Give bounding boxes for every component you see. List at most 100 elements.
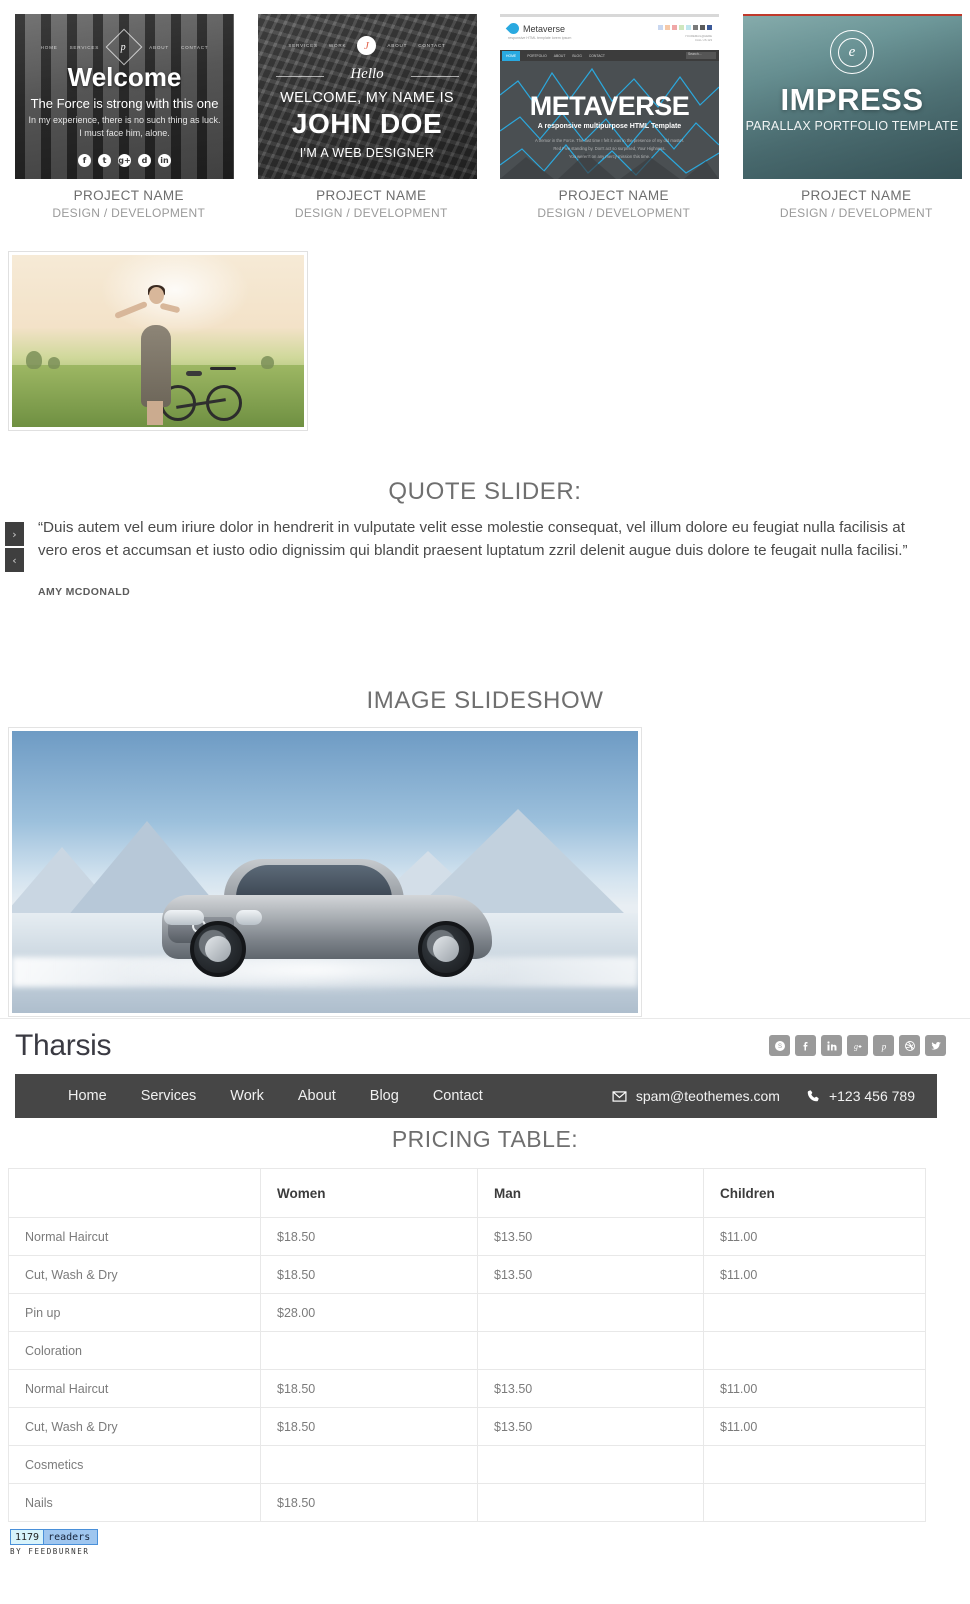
cell-children: $11.00 bbox=[703, 1369, 926, 1408]
cell-man bbox=[477, 1293, 704, 1332]
table-row: Nails $18.50 bbox=[8, 1483, 926, 1522]
linkedin-icon[interactable] bbox=[821, 1035, 842, 1056]
social-dot-icon bbox=[679, 25, 684, 30]
head bbox=[149, 287, 164, 304]
thumb-nav: SERVICES WORK J ABOUT CONTACT bbox=[258, 36, 477, 55]
cell-man bbox=[477, 1445, 704, 1484]
quote-slider-controls: › ‹ bbox=[5, 522, 24, 572]
googleplus-icon: g+ bbox=[118, 154, 131, 167]
portfolio-thumbnail-impress[interactable]: e IMPRESS PARALLAX PORTFOLIO TEMPLATE bbox=[742, 14, 962, 179]
dress bbox=[141, 325, 171, 407]
table-row: Cut, Wash & Dry $18.50 $13.50 $11.00 bbox=[8, 1255, 926, 1294]
cell-service: Cut, Wash & Dry bbox=[8, 1255, 261, 1294]
site-logo[interactable]: Tharsis bbox=[15, 1029, 112, 1063]
quote-next-button[interactable]: › bbox=[5, 522, 24, 546]
nav-item-services[interactable]: Services bbox=[124, 1088, 214, 1104]
cell-children: $11.00 bbox=[703, 1407, 926, 1446]
thumb-hero: METAVERSE A responsive multipurpose HTML… bbox=[500, 61, 719, 179]
svg-text:S: S bbox=[777, 1044, 781, 1050]
nav-item-work[interactable]: Work bbox=[213, 1088, 281, 1104]
nav-item-about[interactable]: About bbox=[281, 1088, 353, 1104]
nav-item-blog[interactable]: Blog bbox=[353, 1088, 416, 1104]
portfolio-thumbnail-johndoe[interactable]: SERVICES WORK J ABOUT CONTACT Hello WELC… bbox=[257, 14, 477, 179]
feedburner-badge[interactable]: 1179 readers BY FEEDBURNER bbox=[10, 1529, 98, 1556]
nav-links: Home Services Work About Blog Contact bbox=[15, 1088, 500, 1104]
project-name: PROJECT NAME bbox=[73, 188, 184, 203]
cell-women: $18.50 bbox=[260, 1217, 478, 1256]
googleplus-icon[interactable]: g bbox=[847, 1035, 868, 1056]
slideshow-image bbox=[12, 731, 638, 1013]
thumb-nav-item: CONTACT bbox=[418, 43, 446, 48]
hero-title: METAVERSE bbox=[529, 91, 690, 121]
thumb-search-input: Search... bbox=[686, 52, 716, 59]
quote-prev-button[interactable]: ‹ bbox=[5, 548, 24, 572]
contact-email[interactable]: spam@teothemes.com bbox=[612, 1088, 780, 1104]
portfolio-item[interactable]: Metaverse responsive HTML template lorem… bbox=[500, 14, 728, 220]
column-header-service bbox=[8, 1168, 261, 1218]
thumb-nav-item: ABOUT bbox=[149, 44, 169, 50]
dribbble-icon: d bbox=[138, 154, 151, 167]
cell-women bbox=[260, 1331, 478, 1370]
thumb-nav-item: CONTACT bbox=[180, 44, 209, 50]
cell-man bbox=[477, 1483, 704, 1522]
diamond-logo-icon: p bbox=[105, 28, 143, 66]
cell-women: $28.00 bbox=[260, 1293, 478, 1332]
seat bbox=[186, 371, 202, 376]
thumb-nav-item: CONTACT bbox=[588, 53, 605, 58]
portfolio-thumbnail-welcome[interactable]: HOME SERVICES p ABOUT CONTACT Welcome Th… bbox=[15, 14, 234, 179]
cell-service: Pin up bbox=[8, 1293, 261, 1332]
cell-children: $11.00 bbox=[703, 1255, 926, 1294]
dribbble-icon[interactable] bbox=[899, 1035, 920, 1056]
cell-children bbox=[703, 1331, 926, 1370]
table-row: Coloration bbox=[8, 1331, 926, 1370]
feedburner-counter[interactable]: 1179 readers bbox=[10, 1529, 98, 1545]
facebook-icon[interactable] bbox=[795, 1035, 816, 1056]
nav-item-home[interactable]: Home bbox=[51, 1088, 124, 1104]
cell-service: Coloration bbox=[8, 1331, 261, 1370]
page-root: HOME SERVICES p ABOUT CONTACT Welcome Th… bbox=[0, 0, 970, 1604]
handlebar bbox=[210, 367, 236, 370]
nav-item-contact[interactable]: Contact bbox=[416, 1088, 500, 1104]
facebook-icon: f bbox=[78, 154, 91, 167]
tree bbox=[48, 357, 60, 369]
pricing-table-title: PRICING TABLE: bbox=[391, 1126, 579, 1152]
thumb-body: In my experience, there is no such thing… bbox=[28, 115, 221, 139]
thumb-nav-item: WORK bbox=[328, 43, 347, 48]
project-category: DESIGN / DEVELOPMENT bbox=[779, 206, 933, 220]
contact-phone[interactable]: +123 456 789 bbox=[806, 1088, 915, 1104]
quote-author: AMY MCDONALD bbox=[38, 586, 131, 598]
twitter-icon[interactable] bbox=[925, 1035, 946, 1056]
project-name: PROJECT NAME bbox=[558, 188, 669, 203]
portfolio-thumbnail-metaverse[interactable]: Metaverse responsive HTML template lorem… bbox=[500, 14, 719, 179]
feedburner-label: readers bbox=[48, 1531, 91, 1543]
thumb-name: JOHN DOE bbox=[291, 108, 443, 139]
cell-children bbox=[703, 1293, 926, 1332]
thumb-heading: Welcome bbox=[67, 62, 182, 92]
tree bbox=[261, 356, 274, 369]
pinterest-icon[interactable]: p bbox=[873, 1035, 894, 1056]
thumb-nav-item: SERVICES bbox=[69, 44, 100, 50]
cell-man: $13.50 bbox=[477, 1255, 704, 1294]
thumb-nav: HOME SERVICES p ABOUT CONTACT bbox=[15, 28, 234, 66]
cell-women: $18.50 bbox=[260, 1255, 478, 1294]
woman-figure bbox=[114, 285, 181, 425]
cell-children: $11.00 bbox=[703, 1217, 926, 1256]
social-dot-icon bbox=[693, 25, 698, 30]
skype-icon[interactable]: S bbox=[769, 1035, 790, 1056]
thumb-nav-item: BLOG bbox=[572, 53, 582, 58]
thumb-nav: HOME PORTFOLIO ABOUT BLOG CONTACT Search… bbox=[500, 50, 719, 61]
thumb-role: I'M A WEB DESIGNER bbox=[299, 146, 435, 160]
headlight bbox=[164, 910, 204, 925]
portfolio-item[interactable]: SERVICES WORK J ABOUT CONTACT Hello WELC… bbox=[257, 14, 486, 220]
portfolio-item[interactable]: HOME SERVICES p ABOUT CONTACT Welcome Th… bbox=[15, 14, 243, 220]
table-row: Normal Haircut $18.50 $13.50 $11.00 bbox=[8, 1217, 926, 1256]
table-row: Cosmetics bbox=[8, 1445, 926, 1484]
top-accent-bar bbox=[742, 14, 962, 16]
portfolio-caption: PROJECT NAME DESIGN / DEVELOPMENT bbox=[15, 179, 243, 220]
portfolio-caption: PROJECT NAME DESIGN / DEVELOPMENT bbox=[258, 179, 486, 220]
slideshow-frame[interactable] bbox=[8, 727, 642, 1017]
hero-subtitle: PARALLAX PORTFOLIO TEMPLATE bbox=[745, 119, 959, 133]
contact-email-text: spam@teothemes.com bbox=[635, 1088, 780, 1104]
site-header: Tharsis S g p bbox=[0, 1018, 970, 1074]
portfolio-item[interactable]: e IMPRESS PARALLAX PORTFOLIO TEMPLATE PR… bbox=[742, 14, 970, 220]
